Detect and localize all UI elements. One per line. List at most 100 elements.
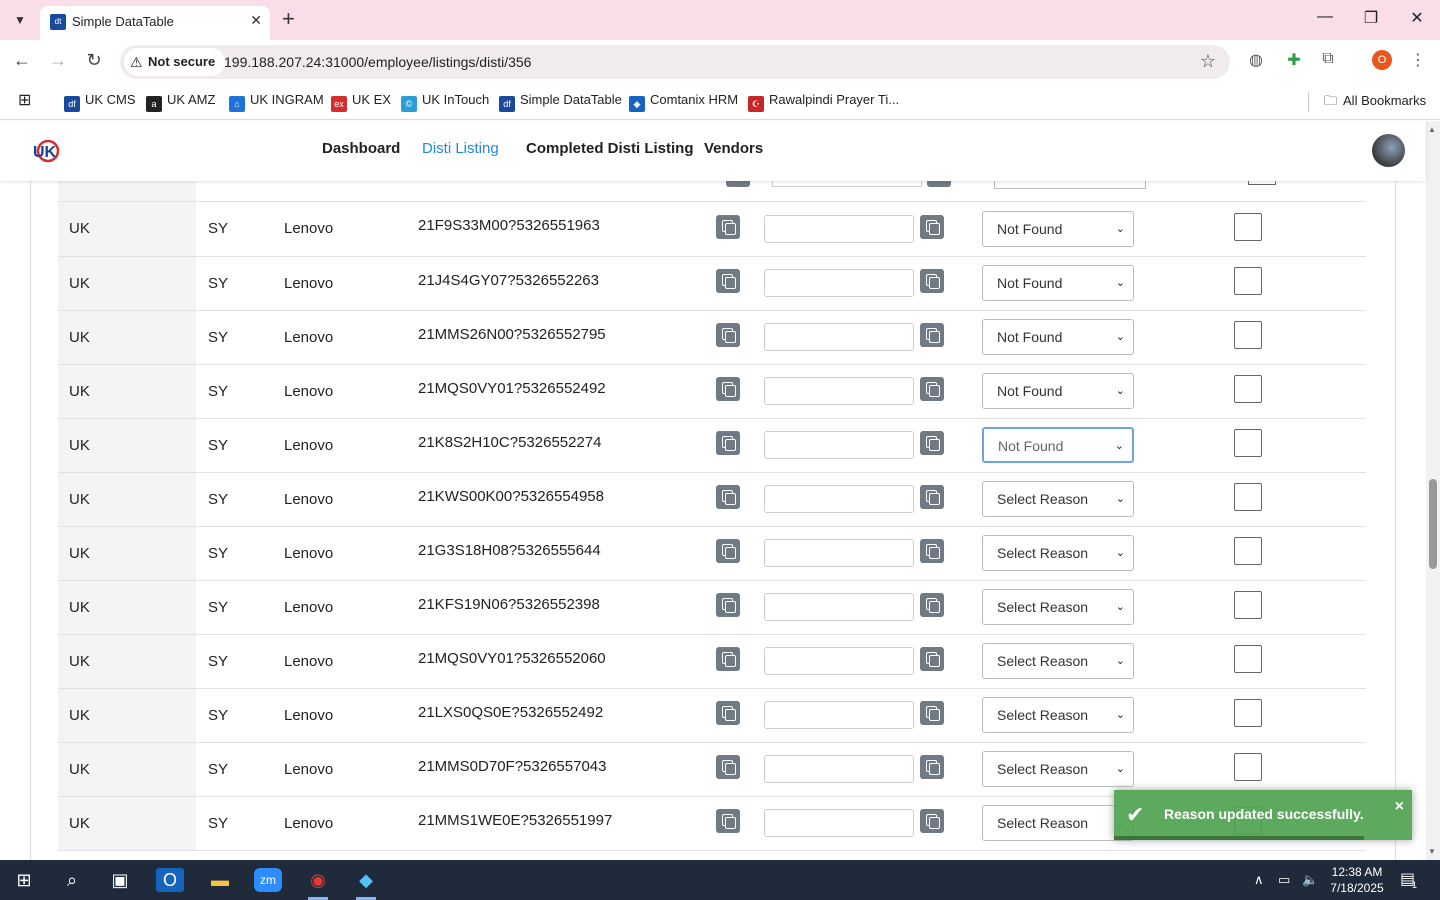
window-close-icon[interactable]: ✕: [1402, 8, 1432, 28]
copy-input-icon[interactable]: [920, 647, 944, 671]
reason-select[interactable]: Not Found ⌄: [982, 210, 1134, 247]
listing-input[interactable]: [764, 593, 914, 621]
nav-completed-disti-listing[interactable]: Completed Disti Listing: [526, 140, 694, 157]
copy-input-icon[interactable]: [920, 809, 944, 833]
reason-select[interactable]: Select Reason⌄: [982, 751, 1134, 787]
scroll-thumb[interactable]: [1429, 479, 1437, 569]
copy-sku-icon[interactable]: [716, 485, 740, 509]
reason-select[interactable]: Not Found ⌄: [982, 265, 1134, 301]
checkbox-partial[interactable]: [1248, 181, 1276, 185]
tray-chevron-up-icon[interactable]: ∧: [1254, 872, 1264, 888]
network-icon[interactable]: ▭: [1278, 872, 1290, 888]
nav-disti-listing[interactable]: Disti Listing: [422, 140, 499, 157]
bookmark-uk-ingram[interactable]: ⌂ UK INGRAM: [229, 92, 324, 112]
copy-sku-icon[interactable]: [716, 755, 740, 779]
url-text[interactable]: 199.188.207.24:31000/employee/listings/d…: [224, 54, 531, 70]
copy-button-partial[interactable]: [726, 181, 750, 187]
windows-start-icon[interactable]: ⊞: [10, 868, 38, 892]
row-checkbox[interactable]: [1234, 753, 1262, 781]
toast-close-icon[interactable]: ×: [1395, 798, 1404, 816]
row-checkbox[interactable]: [1234, 699, 1262, 727]
copy-input-icon[interactable]: [920, 269, 944, 293]
copy-input-icon[interactable]: [920, 539, 944, 563]
select-partial[interactable]: [994, 181, 1146, 189]
bookmark-rawalpindi-prayer[interactable]: ☪ Rawalpindi Prayer Ti...: [748, 92, 899, 112]
copy-input-icon[interactable]: [920, 485, 944, 509]
zoom-icon[interactable]: zm: [254, 868, 282, 892]
reason-select[interactable]: Not Found ⌄: [982, 319, 1134, 355]
row-checkbox[interactable]: [1234, 483, 1262, 511]
nav-dashboard[interactable]: Dashboard: [322, 140, 400, 157]
listing-input[interactable]: [764, 701, 914, 729]
reason-select[interactable]: Select Reason⌄: [982, 589, 1134, 625]
task-view-icon[interactable]: ▣: [106, 868, 134, 892]
input-partial[interactable]: [772, 181, 922, 187]
copy-sku-icon[interactable]: [716, 214, 740, 239]
profile-avatar-icon[interactable]: O: [1372, 50, 1392, 70]
listing-input[interactable]: [764, 431, 914, 459]
tab-close-icon[interactable]: ✕: [250, 12, 262, 29]
copy-sku-icon[interactable]: [716, 377, 740, 401]
bookmark-simple-datatable[interactable]: df Simple DataTable: [499, 92, 622, 112]
bookmark-uk-ex[interactable]: ex UK EX: [331, 92, 391, 112]
bookmark-uk-intouch[interactable]: © UK InTouch: [401, 92, 489, 112]
row-checkbox[interactable]: [1234, 375, 1262, 403]
listing-input[interactable]: [764, 809, 914, 837]
copy-sku-icon[interactable]: [716, 701, 740, 725]
row-checkbox[interactable]: [1234, 591, 1262, 619]
reason-select[interactable]: Select Reason⌄: [982, 643, 1134, 679]
copy-sku-icon[interactable]: [716, 431, 740, 455]
listing-input[interactable]: [764, 485, 914, 513]
system-clock[interactable]: 12:38 AM 7/18/2025: [1322, 864, 1392, 896]
minimize-icon[interactable]: —: [1310, 8, 1340, 26]
user-avatar[interactable]: [1372, 134, 1405, 167]
reload-icon[interactable]: ↻: [82, 50, 106, 71]
chrome-icon[interactable]: ◉: [304, 868, 332, 900]
not-secure-chip[interactable]: ⚠ Not secure: [124, 48, 226, 76]
copy-sku-icon[interactable]: [716, 593, 740, 617]
listing-input[interactable]: [764, 539, 914, 567]
app-diamond-icon[interactable]: ◆: [352, 868, 380, 900]
browser-menu-kebab-icon[interactable]: ⋮: [1406, 50, 1430, 70]
copy-input-icon[interactable]: [920, 755, 944, 779]
row-checkbox[interactable]: [1234, 267, 1262, 295]
copy-input-icon[interactable]: [920, 377, 944, 401]
copy-input-icon[interactable]: [920, 593, 944, 617]
volume-muted-icon[interactable]: 🔈: [1302, 872, 1318, 888]
reason-select[interactable]: Select Reason⌄: [982, 697, 1134, 733]
address-bar[interactable]: ⚠ Not secure 199.188.207.24:31000/employ…: [120, 45, 1230, 79]
copy-sku-icon[interactable]: [716, 323, 740, 347]
reason-select[interactable]: Select Reason⌄: [982, 535, 1134, 571]
copy-button-partial-2[interactable]: [927, 181, 951, 187]
outlook-icon[interactable]: O: [156, 868, 184, 892]
copy-sku-icon[interactable]: [716, 269, 740, 293]
back-arrow-icon[interactable]: ←: [10, 50, 34, 71]
extension-puzzle-green-icon[interactable]: ✚: [1282, 50, 1306, 70]
restore-icon[interactable]: ❐: [1356, 8, 1386, 28]
scroll-down-icon[interactable]: ▼: [1428, 847, 1436, 856]
bookmark-uk-cms[interactable]: df UK CMS: [64, 92, 136, 112]
copy-sku-icon[interactable]: [716, 539, 740, 563]
row-checkbox[interactable]: [1234, 212, 1262, 241]
apps-grid-icon[interactable]: ⊞: [18, 90, 31, 110]
row-checkbox[interactable]: [1234, 321, 1262, 349]
uk-logo-icon[interactable]: UK: [30, 135, 64, 167]
bookmark-comtanix-hrm[interactable]: ◆ Comtanix HRM: [629, 92, 738, 112]
translate-globe-icon[interactable]: ◍: [1244, 50, 1268, 70]
reason-select[interactable]: Select Reason⌄: [982, 805, 1134, 841]
nav-vendors[interactable]: Vendors: [704, 140, 763, 157]
bookmark-star-icon[interactable]: ☆: [1200, 51, 1216, 72]
row-checkbox[interactable]: [1234, 645, 1262, 673]
listing-input[interactable]: [764, 755, 914, 783]
file-explorer-icon[interactable]: ▬: [206, 868, 234, 892]
copy-sku-icon[interactable]: [716, 809, 740, 833]
reason-select[interactable]: Not Found ⌄: [982, 373, 1134, 409]
listing-input[interactable]: [764, 377, 914, 405]
scroll-up-icon[interactable]: ▲: [1428, 125, 1436, 134]
copy-input-icon[interactable]: [920, 431, 944, 455]
tab-search-chevron-icon[interactable]: ▼: [8, 8, 32, 32]
row-checkbox[interactable]: [1234, 429, 1262, 457]
forward-arrow-icon[interactable]: →: [46, 50, 70, 71]
row-checkbox[interactable]: [1234, 537, 1262, 565]
listing-input[interactable]: [764, 647, 914, 675]
